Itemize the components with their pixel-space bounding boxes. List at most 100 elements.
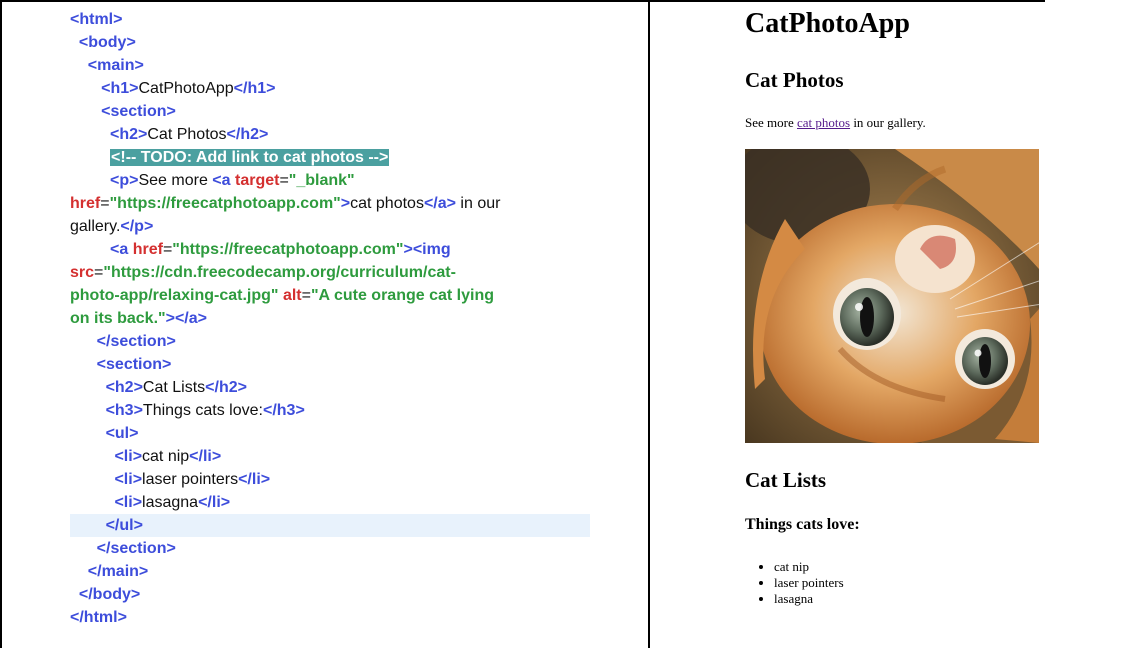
code-token-eq: = <box>100 195 110 212</box>
code-token-eq: = <box>162 241 173 258</box>
code-token-tag: </h2> <box>226 126 269 143</box>
code-line[interactable]: <h2>Cat Lists</h2> <box>70 376 590 399</box>
code-token-tag: </a> <box>423 195 456 212</box>
code-line[interactable]: </section> <box>70 537 590 560</box>
code-line[interactable]: <main> <box>70 54 590 77</box>
code-line[interactable]: <h3>Things cats love:</h3> <box>70 399 590 422</box>
code-line[interactable]: <body> <box>70 31 590 54</box>
code-token-txt: laser pointers <box>142 471 239 488</box>
code-line[interactable]: <ul> <box>70 422 590 445</box>
code-line[interactable]: <a href="https://freecatphotoapp.com"><i… <box>70 238 590 330</box>
code-token-tag: </ul> <box>105 517 143 534</box>
code-token-tag: <section> <box>101 103 176 120</box>
code-token-eq: = <box>301 287 311 304</box>
preview-paragraph: See more cat photos in our gallery. <box>745 115 926 131</box>
code-editor[interactable]: <html> <body> <main> <h1>CatPhotoApp</h1… <box>70 8 590 629</box>
code-line[interactable]: </html> <box>70 606 590 629</box>
code-line[interactable]: <!-- TODO: Add link to cat photos --> <box>70 146 590 169</box>
code-token-tag: </main> <box>87 563 149 580</box>
code-token-tag: <h3> <box>105 402 143 419</box>
code-editor-pane[interactable]: <html> <body> <main> <h1>CatPhotoApp</h1… <box>2 2 648 648</box>
code-token-tag: <section> <box>96 356 172 373</box>
code-token-tag: </section> <box>96 333 176 350</box>
list-item: lasagna <box>774 591 844 607</box>
code-line[interactable]: <section> <box>70 353 590 376</box>
code-token-tag: </p> <box>120 218 154 235</box>
code-token-txt: See more <box>138 172 213 189</box>
code-token-tag: <main> <box>87 57 144 74</box>
code-token-tag: <body> <box>78 34 136 51</box>
code-token-txt: cat photos <box>350 195 424 212</box>
code-token-attr: href <box>70 195 101 212</box>
cat-list: cat nip laser pointers lasagna <box>745 559 844 607</box>
paragraph-text-before: See more <box>745 115 797 130</box>
code-token-tag: <ul> <box>105 425 139 442</box>
preview-heading-cat-photos: Cat Photos <box>745 68 844 92</box>
code-line[interactable]: <section> <box>70 100 590 123</box>
code-token-str: "https://freecatphotoapp.com" <box>109 195 341 212</box>
code-line[interactable]: <li>lasagna</li> <box>70 491 590 514</box>
code-token-comment: <!-- TODO: Add link to cat photos --> <box>110 149 390 166</box>
code-token-attr: href <box>132 241 163 258</box>
code-token-tag: ><img <box>403 241 451 258</box>
cat-photos-link[interactable]: cat photos <box>797 115 850 130</box>
code-line[interactable]: <html> <box>70 8 590 31</box>
code-line[interactable]: <h2>Cat Photos</h2> <box>70 123 590 146</box>
paragraph-text-after: in our gallery. <box>850 115 926 130</box>
code-token-attr: alt <box>282 287 302 304</box>
code-line[interactable]: <li>cat nip</li> <box>70 445 590 468</box>
code-token-tag: <li> <box>114 494 143 511</box>
code-token-tag: <p> <box>110 172 139 189</box>
code-line[interactable]: </main> <box>70 560 590 583</box>
code-token-tag: </li> <box>198 494 231 511</box>
preview-title: CatPhotoApp <box>745 8 910 39</box>
code-token-tag: > <box>340 195 351 212</box>
code-line[interactable]: <h1>CatPhotoApp</h1> <box>70 77 590 100</box>
code-line[interactable]: <p>See more <a target="_blank" href="htt… <box>70 169 590 238</box>
code-token-tag: <a <box>212 172 235 189</box>
code-token-txt: lasagna <box>142 494 199 511</box>
code-line[interactable]: <li>laser pointers</li> <box>70 468 590 491</box>
code-token-eq: = <box>94 264 104 281</box>
code-token-tag: <h2> <box>105 379 143 396</box>
code-token-tag: </h3> <box>262 402 305 419</box>
code-token-tag: </section> <box>96 540 176 557</box>
code-token-txt: cat nip <box>142 448 190 465</box>
preview-heading-cat-lists: Cat Lists <box>745 468 827 492</box>
code-token-attr: target <box>234 172 280 189</box>
code-token-tag: <li> <box>114 448 143 465</box>
code-line[interactable]: </section> <box>70 330 590 353</box>
code-token-tag: </h1> <box>233 80 276 97</box>
code-token-attr: src <box>70 264 95 281</box>
preview-pane: CatPhotoApp Cat Photos See more cat phot… <box>650 2 1137 648</box>
code-token-txt: Cat Photos <box>147 126 227 143</box>
code-token-tag: </li> <box>189 448 222 465</box>
cat-image[interactable] <box>745 149 1039 443</box>
code-token-tag: </h2> <box>205 379 247 396</box>
code-line[interactable]: </ul> <box>70 514 590 537</box>
code-token-eq: = <box>279 172 289 189</box>
code-token-tag: <h1> <box>101 80 139 97</box>
code-line[interactable]: </body> <box>70 583 590 606</box>
code-token-tag: </li> <box>238 471 271 488</box>
code-token-txt: Things cats love: <box>142 402 263 419</box>
code-token-str: "https://freecatphotoapp.com" <box>172 241 404 258</box>
